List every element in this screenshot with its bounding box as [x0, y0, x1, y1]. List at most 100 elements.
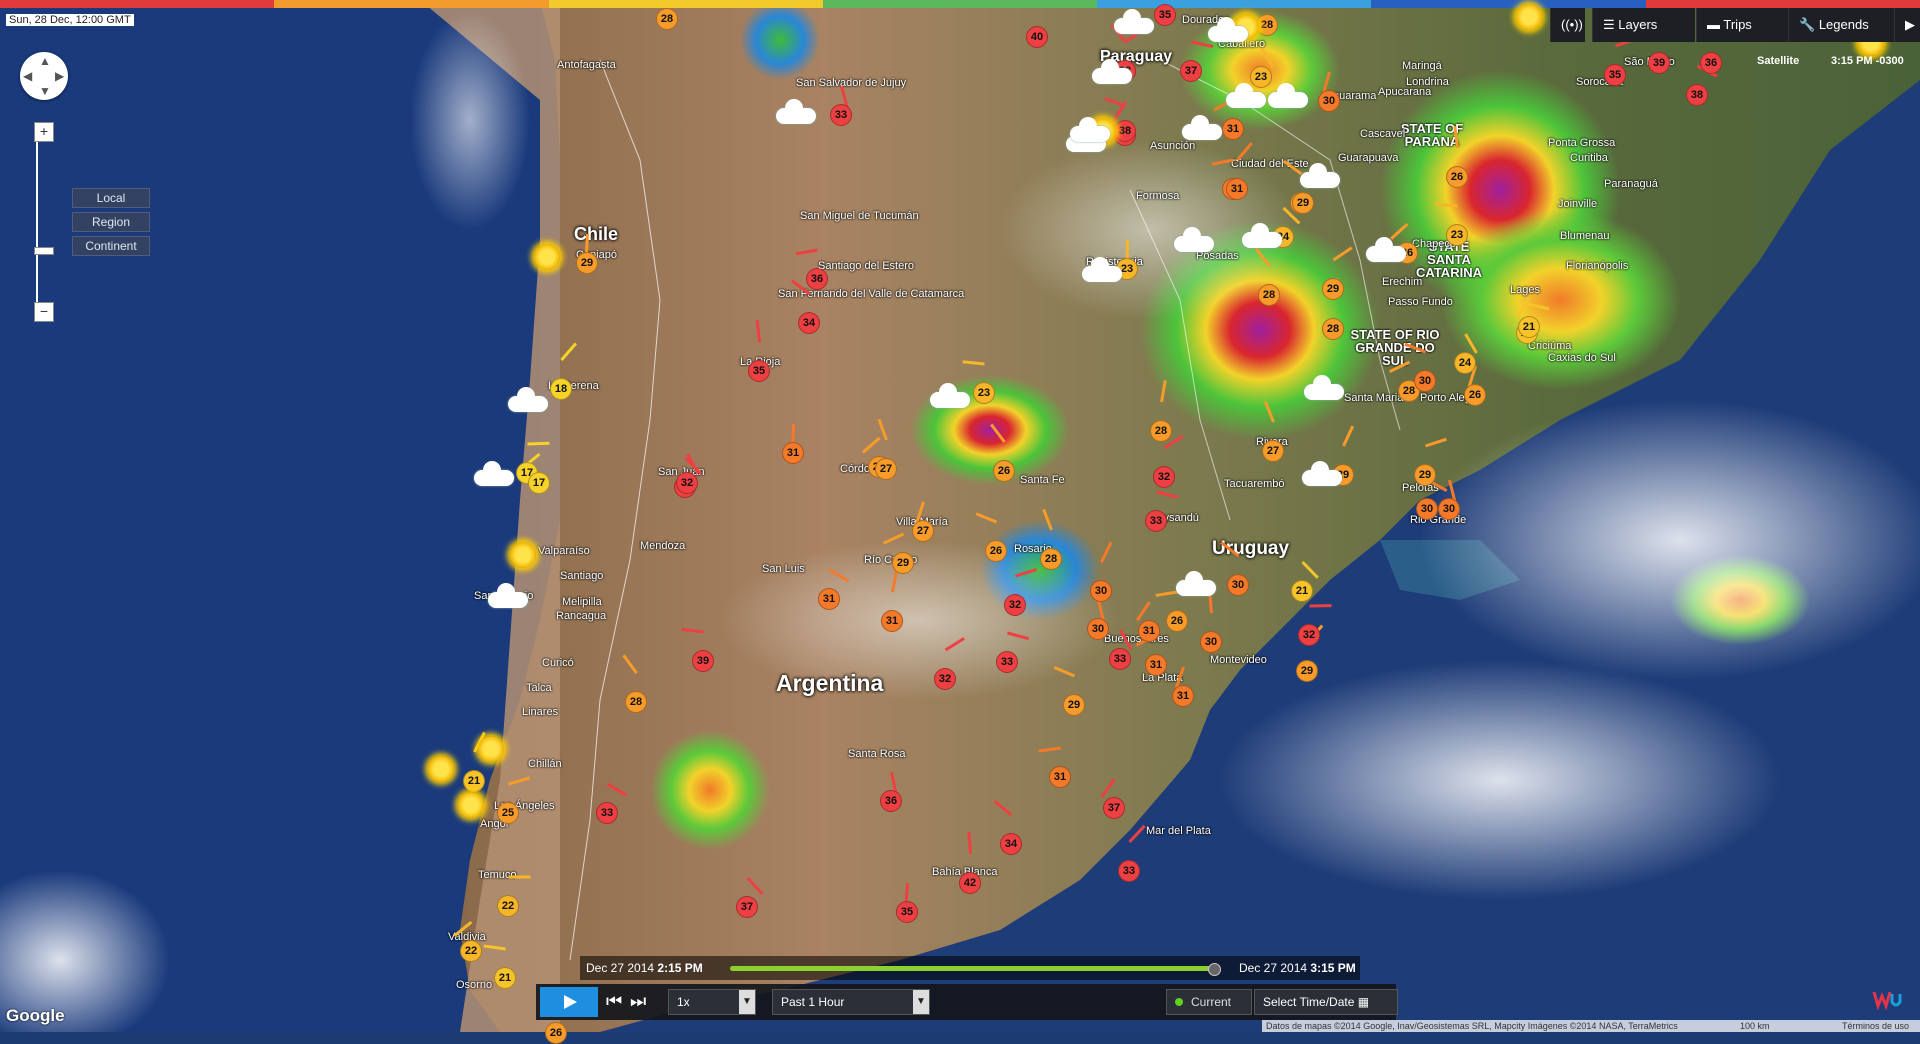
pan-left-icon[interactable]: ◀: [23, 69, 32, 83]
weather-station-marker[interactable]: 30: [1090, 580, 1112, 602]
weather-station-marker[interactable]: 18: [550, 378, 572, 400]
weather-station-marker[interactable]: 33: [1145, 510, 1167, 532]
legends-button[interactable]: 🔧 Legends: [1788, 8, 1895, 42]
scale-continent-button[interactable]: Continent: [72, 236, 150, 256]
sunny-icon[interactable]: [428, 756, 454, 782]
play-button[interactable]: [540, 987, 598, 1017]
weather-station-marker[interactable]: 32: [676, 472, 698, 494]
weather-station-marker[interactable]: 34: [798, 312, 820, 334]
weather-station-marker[interactable]: 35: [896, 901, 918, 923]
weather-station-marker[interactable]: 42: [959, 872, 981, 894]
weather-station-marker[interactable]: 26: [1464, 384, 1486, 406]
weather-station-marker[interactable]: 28: [1256, 14, 1278, 36]
weather-station-marker[interactable]: 31: [1222, 118, 1244, 140]
zoom-in-button[interactable]: +: [34, 122, 54, 142]
weather-station-marker[interactable]: 34: [1000, 833, 1022, 855]
partly-cloudy-icon[interactable]: [488, 583, 528, 608]
partly-cloudy-icon[interactable]: [1242, 223, 1282, 248]
weather-station-marker[interactable]: 30: [1200, 631, 1222, 653]
weather-station-marker[interactable]: 30: [1414, 370, 1436, 392]
weather-station-marker[interactable]: 33: [1118, 860, 1140, 882]
partly-cloudy-icon[interactable]: [474, 461, 514, 486]
weather-station-marker[interactable]: 37: [1180, 60, 1202, 82]
weather-station-marker[interactable]: 27: [875, 458, 897, 480]
weather-station-marker[interactable]: 35: [748, 360, 770, 382]
partly-cloudy-icon[interactable]: [930, 383, 970, 408]
weather-station-marker[interactable]: 39: [1648, 52, 1670, 74]
weather-station-marker[interactable]: 31: [1049, 766, 1071, 788]
weather-station-marker[interactable]: 26: [545, 1022, 567, 1044]
weather-station-marker[interactable]: 36: [1700, 52, 1722, 74]
partly-cloudy-icon[interactable]: [1268, 83, 1308, 108]
weather-station-marker[interactable]: 29: [1063, 694, 1085, 716]
zoom-out-button[interactable]: −: [34, 302, 54, 322]
weather-station-marker[interactable]: 33: [596, 802, 618, 824]
skip-forward-icon[interactable]: ⏭: [630, 991, 646, 1012]
weather-station-marker[interactable]: 37: [736, 896, 758, 918]
zoom-thumb[interactable]: [34, 247, 54, 255]
timeline-track[interactable]: [730, 966, 1210, 971]
weather-station-marker[interactable]: 28: [1322, 318, 1344, 340]
partly-cloudy-icon[interactable]: [776, 99, 816, 124]
partly-cloudy-icon[interactable]: [1070, 117, 1110, 142]
pan-down-icon[interactable]: ▼: [39, 84, 51, 98]
weather-station-marker[interactable]: 26: [985, 540, 1007, 562]
weather-station-marker[interactable]: 31: [1172, 685, 1194, 707]
weather-station-marker[interactable]: 21: [1291, 580, 1313, 602]
partly-cloudy-icon[interactable]: [1304, 375, 1344, 400]
broadcast-icon[interactable]: ((•)): [1550, 8, 1585, 42]
weather-station-marker[interactable]: 26: [1446, 166, 1468, 188]
trips-button[interactable]: ▬ Trips: [1696, 8, 1789, 42]
weather-station-marker[interactable]: 23: [1250, 66, 1272, 88]
weather-station-marker[interactable]: 29: [892, 552, 914, 574]
weather-station-marker[interactable]: 33: [996, 651, 1018, 673]
weather-station-marker[interactable]: 23: [973, 382, 995, 404]
partly-cloudy-icon[interactable]: [1208, 17, 1248, 42]
weather-station-marker[interactable]: 35: [1604, 64, 1626, 86]
weather-station-marker[interactable]: 32: [1004, 594, 1026, 616]
weather-station-marker[interactable]: 29: [1292, 192, 1314, 214]
current-button[interactable]: Current: [1166, 989, 1252, 1015]
pan-right-icon[interactable]: ▶: [55, 69, 64, 83]
weather-station-marker[interactable]: 29: [576, 252, 598, 274]
weather-station-marker[interactable]: 21: [463, 770, 485, 792]
weather-station-marker[interactable]: 21: [494, 967, 516, 989]
weather-station-marker[interactable]: 37: [1103, 797, 1125, 819]
weather-station-marker[interactable]: 30: [1438, 498, 1460, 520]
timeline-handle[interactable]: [1208, 963, 1221, 976]
weather-station-marker[interactable]: 24: [1454, 352, 1476, 374]
weather-station-marker[interactable]: 31: [818, 588, 840, 610]
weather-station-marker[interactable]: 28: [656, 8, 678, 30]
weather-station-marker[interactable]: 31: [1226, 178, 1248, 200]
layers-button[interactable]: ☰ Layers: [1592, 8, 1695, 42]
weather-station-marker[interactable]: 22: [497, 895, 519, 917]
weather-station-marker[interactable]: 31: [1145, 654, 1167, 676]
partly-cloudy-icon[interactable]: [1114, 9, 1154, 34]
sunny-icon[interactable]: [478, 736, 504, 762]
pan-control[interactable]: ▲ ▼ ◀ ▶: [20, 52, 68, 100]
weather-station-marker[interactable]: 31: [1138, 620, 1160, 642]
weather-station-marker[interactable]: 22: [460, 940, 482, 962]
weather-station-marker[interactable]: 30: [1416, 498, 1438, 520]
weather-station-marker[interactable]: 36: [806, 268, 828, 290]
weather-station-marker[interactable]: 30: [1227, 574, 1249, 596]
weather-station-marker[interactable]: 32: [1298, 624, 1320, 646]
weather-station-marker[interactable]: 30: [1318, 90, 1340, 112]
expand-arrow-icon[interactable]: ▶: [1894, 8, 1920, 42]
weather-station-marker[interactable]: 28: [1040, 548, 1062, 570]
weather-station-marker[interactable]: 38: [1686, 84, 1708, 106]
sunny-icon[interactable]: [534, 244, 560, 270]
weather-station-marker[interactable]: 39: [692, 650, 714, 672]
weather-station-marker[interactable]: 35: [1154, 4, 1176, 26]
weather-station-marker[interactable]: 31: [881, 610, 903, 632]
partly-cloudy-icon[interactable]: [1174, 227, 1214, 252]
partly-cloudy-icon[interactable]: [1176, 571, 1216, 596]
partly-cloudy-icon[interactable]: [1302, 461, 1342, 486]
weather-station-marker[interactable]: 30: [1087, 618, 1109, 640]
weather-station-marker[interactable]: 26: [1166, 610, 1188, 632]
weather-station-marker[interactable]: 31: [782, 442, 804, 464]
weather-station-marker[interactable]: 17: [528, 472, 550, 494]
weather-station-marker[interactable]: 40: [1026, 26, 1048, 48]
weather-station-marker[interactable]: 27: [1262, 440, 1284, 462]
weather-station-marker[interactable]: 33: [830, 104, 852, 126]
